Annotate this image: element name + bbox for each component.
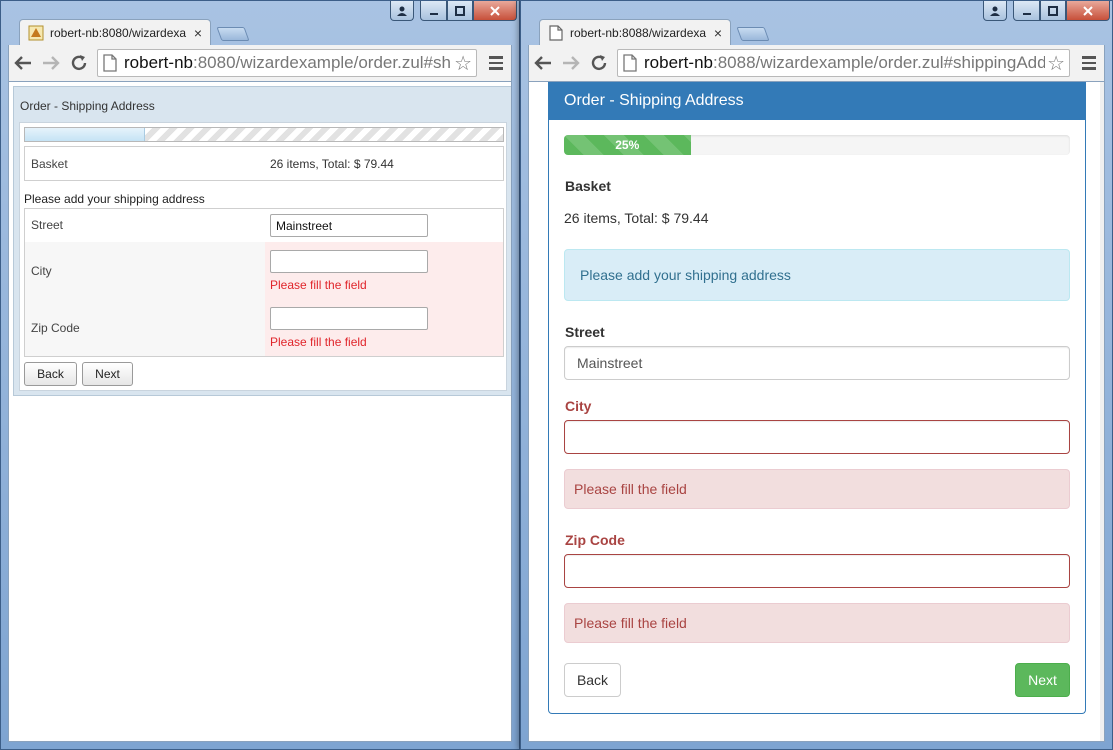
address-bar[interactable]: robert-nb:8088/wizardexample/order.zul#s… — [617, 49, 1070, 77]
maximize-icon — [1048, 5, 1058, 16]
street-row: Street — [25, 209, 503, 242]
progress-fill: 25% — [564, 135, 691, 155]
order-panel: Order - Shipping Address 25% Basket 26 i… — [548, 82, 1086, 714]
panel-heading: Order - Shipping Address — [548, 82, 1086, 120]
close-icon — [490, 5, 500, 16]
city-row: City Please fill the field — [25, 242, 503, 299]
street-label: Street — [565, 324, 605, 340]
city-label: City — [25, 242, 265, 299]
street-cell — [265, 209, 503, 242]
left-browser-window: robert-nb:8080/wizardexa × robert-nb:808… — [0, 0, 520, 750]
minimize-icon — [429, 12, 438, 15]
back-button[interactable]: Back — [564, 663, 621, 697]
progress-fill — [25, 128, 145, 141]
progress-bar — [24, 127, 504, 142]
zip-label: Zip Code — [565, 532, 625, 548]
window-controls — [983, 1, 1110, 21]
basket-label: Basket — [31, 156, 68, 171]
forward-arrow-icon[interactable] — [557, 49, 585, 77]
shipping-note: Please add your shipping address — [24, 192, 205, 206]
zip-input[interactable] — [564, 554, 1070, 588]
zip-row: Zip Code Please fill the field — [25, 299, 503, 356]
tab-title: robert-nb:8080/wizardexa — [50, 26, 187, 40]
city-error: Please fill the field — [270, 277, 367, 292]
right-browser-window: robert-nb:8088/wizardexa × robert-nb:808… — [520, 0, 1113, 750]
user-profile-button[interactable] — [983, 1, 1007, 21]
city-label: City — [565, 398, 592, 414]
browser-tab[interactable]: robert-nb:8080/wizardexa × — [19, 19, 211, 46]
minimize-icon — [1022, 12, 1031, 15]
city-input[interactable] — [270, 249, 428, 273]
wizard-body: Basket 26 items, Total: $ 79.44 Please a… — [19, 122, 507, 391]
basket-grid: Basket 26 items, Total: $ 79.44 — [24, 146, 504, 181]
close-icon — [1083, 5, 1093, 16]
zip-input[interactable] — [270, 306, 428, 330]
zk-favicon-icon — [28, 25, 44, 41]
reload-icon[interactable] — [585, 49, 613, 77]
close-window-button[interactable] — [473, 1, 517, 21]
address-bar[interactable]: robert-nb:8080/wizardexample/order.zul#s… — [97, 49, 477, 77]
city-input[interactable] — [564, 420, 1070, 454]
user-icon — [397, 6, 407, 16]
close-window-button[interactable] — [1066, 1, 1110, 21]
maximize-button[interactable] — [1040, 1, 1066, 21]
city-error-alert: Please fill the field — [564, 469, 1070, 509]
forward-arrow-icon[interactable] — [37, 49, 65, 77]
reload-icon[interactable] — [65, 49, 93, 77]
page-viewport: Order - Shipping Address Basket 26 items… — [8, 81, 512, 742]
zip-error-alert: Please fill the field — [564, 603, 1070, 643]
browser-toolbar: robert-nb:8080/wizardexample/order.zul#s… — [8, 45, 512, 81]
next-button[interactable]: Next — [82, 362, 133, 386]
tab-close-icon[interactable]: × — [714, 25, 722, 41]
maximize-icon — [455, 5, 465, 16]
window-title: Order - Shipping Address — [20, 99, 155, 113]
user-icon — [990, 6, 1000, 16]
page-icon — [623, 54, 637, 72]
browser-menu-icon[interactable] — [483, 56, 509, 70]
maximize-button[interactable] — [447, 1, 473, 21]
shipping-info-alert: Please add your shipping address — [564, 249, 1070, 301]
street-input[interactable] — [564, 346, 1070, 380]
street-label: Street — [31, 218, 64, 232]
progress-bar: 25% — [564, 135, 1070, 155]
back-button[interactable]: Back — [24, 362, 77, 386]
back-arrow-icon[interactable] — [529, 49, 557, 77]
browser-tab[interactable]: robert-nb:8088/wizardexa × — [539, 19, 731, 46]
new-tab-button[interactable] — [216, 27, 250, 41]
browser-menu-icon[interactable] — [1076, 56, 1102, 70]
basket-value: 26 items, Total: $ 79.44 — [564, 210, 709, 226]
window-controls — [390, 1, 517, 21]
basket-label: Basket — [565, 178, 611, 194]
user-profile-button[interactable] — [390, 1, 414, 21]
zip-label: Zip Code — [25, 299, 265, 356]
city-cell: Please fill the field — [265, 242, 503, 299]
bookmark-star-icon[interactable]: ☆ — [1047, 51, 1065, 76]
basket-value: 26 items, Total: $ 79.44 — [270, 156, 394, 171]
tab-close-icon[interactable]: × — [194, 25, 202, 41]
browser-toolbar: robert-nb:8088/wizardexample/order.zul#s… — [528, 45, 1105, 81]
minimize-button[interactable] — [420, 1, 447, 21]
url-text: robert-nb:8080/wizardexample/order.zul#s… — [124, 53, 453, 72]
address-grid: Street City Please fill the field Zi — [24, 208, 504, 357]
next-button[interactable]: Next — [1015, 663, 1070, 697]
page-icon — [103, 54, 117, 72]
street-input[interactable] — [270, 214, 428, 237]
order-window: Order - Shipping Address Basket 26 items… — [13, 86, 511, 396]
basket-row: Basket 26 items, Total: $ 79.44 — [25, 147, 503, 180]
minimize-button[interactable] — [1013, 1, 1040, 21]
back-arrow-icon[interactable] — [9, 49, 37, 77]
url-text: robert-nb:8088/wizardexample/order.zul#s… — [644, 53, 1046, 72]
zip-cell: Please fill the field — [265, 299, 503, 356]
zip-error: Please fill the field — [270, 334, 367, 349]
page-favicon-icon — [548, 25, 564, 41]
page-viewport: Order - Shipping Address 25% Basket 26 i… — [528, 81, 1105, 742]
new-tab-button[interactable] — [736, 27, 770, 41]
tab-title: robert-nb:8088/wizardexa — [570, 26, 707, 40]
scrollbar[interactable] — [1100, 82, 1104, 741]
bookmark-star-icon[interactable]: ☆ — [454, 51, 472, 76]
